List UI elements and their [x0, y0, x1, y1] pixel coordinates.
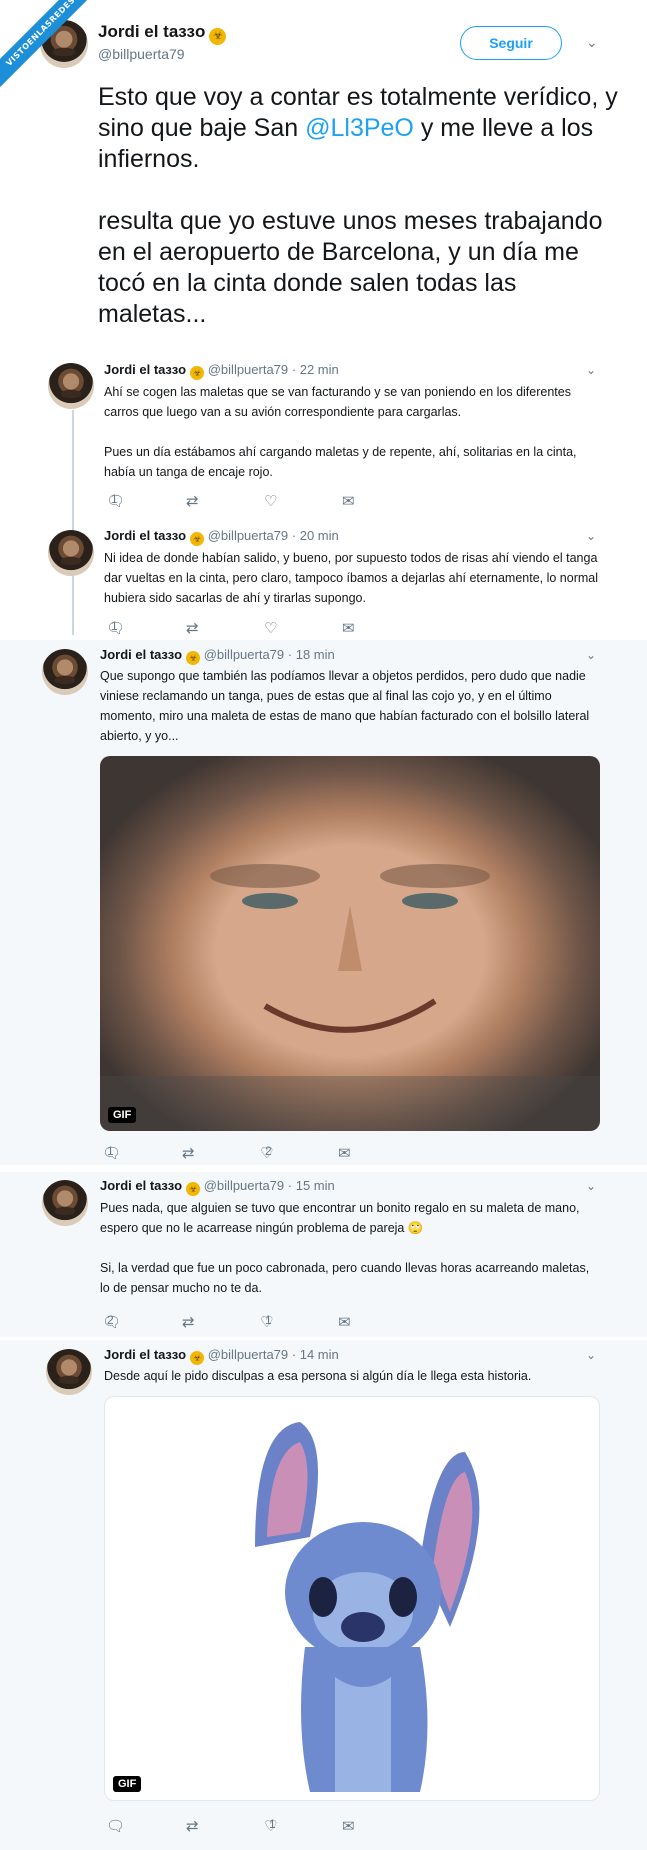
stitch-image	[255, 1422, 480, 1792]
avatar[interactable]	[42, 649, 88, 695]
author-name[interactable]: Jordi el taззo	[100, 647, 182, 662]
gif-media[interactable]: GIF	[104, 1396, 600, 1801]
chevron-down-icon[interactable]: ⌄	[586, 363, 596, 377]
reply-header: Jordi el taззo ☣ @billpuerta79 · 14 min	[104, 1347, 339, 1365]
main-paragraph-2: resulta que yo estuve unos meses trabaja…	[98, 207, 603, 328]
author-handle[interactable]: @billpuerta79	[208, 362, 288, 377]
mention-link[interactable]: @Ll3PeO	[305, 114, 414, 142]
chevron-down-icon[interactable]: ⌄	[586, 648, 596, 662]
retweet-icon: ⇄	[182, 1145, 195, 1162]
retweet-icon: ⇄	[182, 1314, 195, 1331]
avatar[interactable]	[48, 363, 94, 409]
timestamp[interactable]: · 22 min	[292, 362, 339, 377]
biohazard-icon: ☣	[209, 28, 227, 45]
biohazard-icon: ☣	[190, 1351, 205, 1365]
reply-icon: 🗨	[106, 1818, 126, 1835]
biohazard-icon: ☣	[186, 651, 201, 665]
reply-text: Pues nada, que alguien se tuvo que encon…	[100, 1198, 600, 1318]
action-bar: 🗨 1 ⇄ ♡ ✉	[106, 619, 355, 637]
gif-badge: GIF	[113, 1776, 142, 1792]
author-name[interactable]: Jordi el taззo	[104, 362, 186, 377]
reply-paragraph: Ni idea de donde habían salido, y bueno,…	[104, 551, 599, 605]
chevron-down-icon[interactable]: ⌄	[586, 1179, 596, 1193]
author-handle[interactable]: @billpuerta79	[98, 46, 185, 62]
timestamp[interactable]: · 14 min	[292, 1347, 339, 1362]
avatar[interactable]	[48, 530, 94, 576]
reply-paragraph: Que supongo que también las podíamos lle…	[100, 669, 590, 743]
author-name[interactable]: Jordi el taззo ☣	[98, 22, 227, 45]
main-paragraph-1: Esto que voy a contar es totalmente verí…	[98, 83, 618, 173]
main-tweet-header: Jordi el taззo ☣ @billpuerta79 Seguir ⌄	[40, 20, 630, 70]
retweet-icon: ⇄	[186, 620, 199, 637]
smirk-face-image	[100, 864, 600, 1131]
gif-media[interactable]: GIF	[100, 756, 600, 1131]
follow-button[interactable]: Seguir	[460, 26, 562, 60]
avatar[interactable]	[46, 1349, 92, 1395]
timestamp[interactable]: · 15 min	[288, 1178, 335, 1193]
action-bar: 🗨 ⇄ ♡ 1 ✉	[106, 1817, 355, 1835]
reply-text: Que supongo que también las podíamos lle…	[100, 666, 600, 766]
author-handle[interactable]: @billpuerta79	[208, 1347, 288, 1362]
chevron-down-icon[interactable]: ⌄	[586, 529, 596, 543]
retweet-icon: ⇄	[186, 493, 199, 510]
envelope-icon: ✉	[342, 620, 355, 637]
biohazard-icon: ☣	[186, 1182, 201, 1196]
biohazard-icon: ☣	[190, 532, 205, 546]
reply-tweet-5: Jordi el taззo ☣ @billpuerta79 · 14 min ⌄…	[0, 1340, 647, 1850]
chevron-down-icon[interactable]: ⌄	[586, 34, 598, 51]
action-bar: 🗨 2 ⇄ ♡ 1 ✉	[102, 1313, 351, 1331]
reply-header: Jordi el taззo ☣ @billpuerta79 · 22 min	[104, 362, 339, 380]
envelope-icon: ✉	[342, 493, 355, 510]
reply-paragraph: Pues nada, que alguien se tuvo que encon…	[100, 1201, 580, 1235]
reply-paragraph: Desde aquí le pido disculpas a esa perso…	[104, 1369, 532, 1383]
reply-tweet-4: Jordi el taззo ☣ @billpuerta79 · 15 min ⌄…	[0, 1172, 647, 1337]
reply-tweet-2: Jordi el taззo ☣ @billpuerta79 · 20 min ⌄…	[0, 520, 647, 640]
avatar[interactable]	[42, 1180, 88, 1226]
envelope-icon: ✉	[338, 1314, 351, 1331]
chevron-down-icon[interactable]: ⌄	[586, 1348, 596, 1362]
author-handle[interactable]: @billpuerta79	[204, 647, 284, 662]
reply-paragraph: Ahí se cogen las maletas que se van fact…	[104, 385, 571, 419]
main-tweet-text: Esto que voy a contar es totalmente verí…	[98, 82, 618, 361]
retweet-icon: ⇄	[186, 1818, 199, 1835]
author-name[interactable]: Jordi el taззo	[100, 1178, 182, 1193]
reply-paragraph: Pues un día estábamos ahí cargando malet…	[104, 445, 577, 479]
timestamp[interactable]: · 20 min	[292, 528, 339, 543]
biohazard-icon: ☣	[190, 366, 205, 380]
reply-header: Jordi el taззo ☣ @billpuerta79 · 20 min	[104, 528, 339, 546]
heart-icon: ♡	[264, 620, 278, 637]
heart-icon: ♡	[264, 493, 278, 510]
action-bar: 🗨 1 ⇄ ♡ ✉	[106, 492, 355, 510]
reply-text: Ni idea de donde habían salido, y bueno,…	[104, 548, 604, 628]
envelope-icon: ✉	[338, 1145, 351, 1162]
author-name[interactable]: Jordi el taззo	[104, 1347, 186, 1362]
timestamp[interactable]: · 18 min	[288, 647, 335, 662]
gif-badge: GIF	[108, 1107, 137, 1123]
envelope-icon: ✉	[342, 1818, 355, 1835]
action-bar: 🗨 1 ⇄ ♡ 2 ✉	[102, 1144, 351, 1162]
author-handle[interactable]: @billpuerta79	[208, 528, 288, 543]
author-name[interactable]: Jordi el taззo	[104, 528, 186, 543]
reply-tweet-3: Jordi el taззo ☣ @billpuerta79 · 18 min ⌄…	[0, 640, 647, 1165]
reply-paragraph: Si, la verdad que fue un poco cabronada,…	[100, 1261, 590, 1295]
reply-header: Jordi el taззo ☣ @billpuerta79 · 18 min	[100, 647, 335, 665]
reply-header: Jordi el taззo ☣ @billpuerta79 · 15 min	[100, 1178, 335, 1196]
reply-text: Ahí se cogen las maletas que se van fact…	[104, 382, 604, 502]
author-handle[interactable]: @billpuerta79	[204, 1178, 284, 1193]
